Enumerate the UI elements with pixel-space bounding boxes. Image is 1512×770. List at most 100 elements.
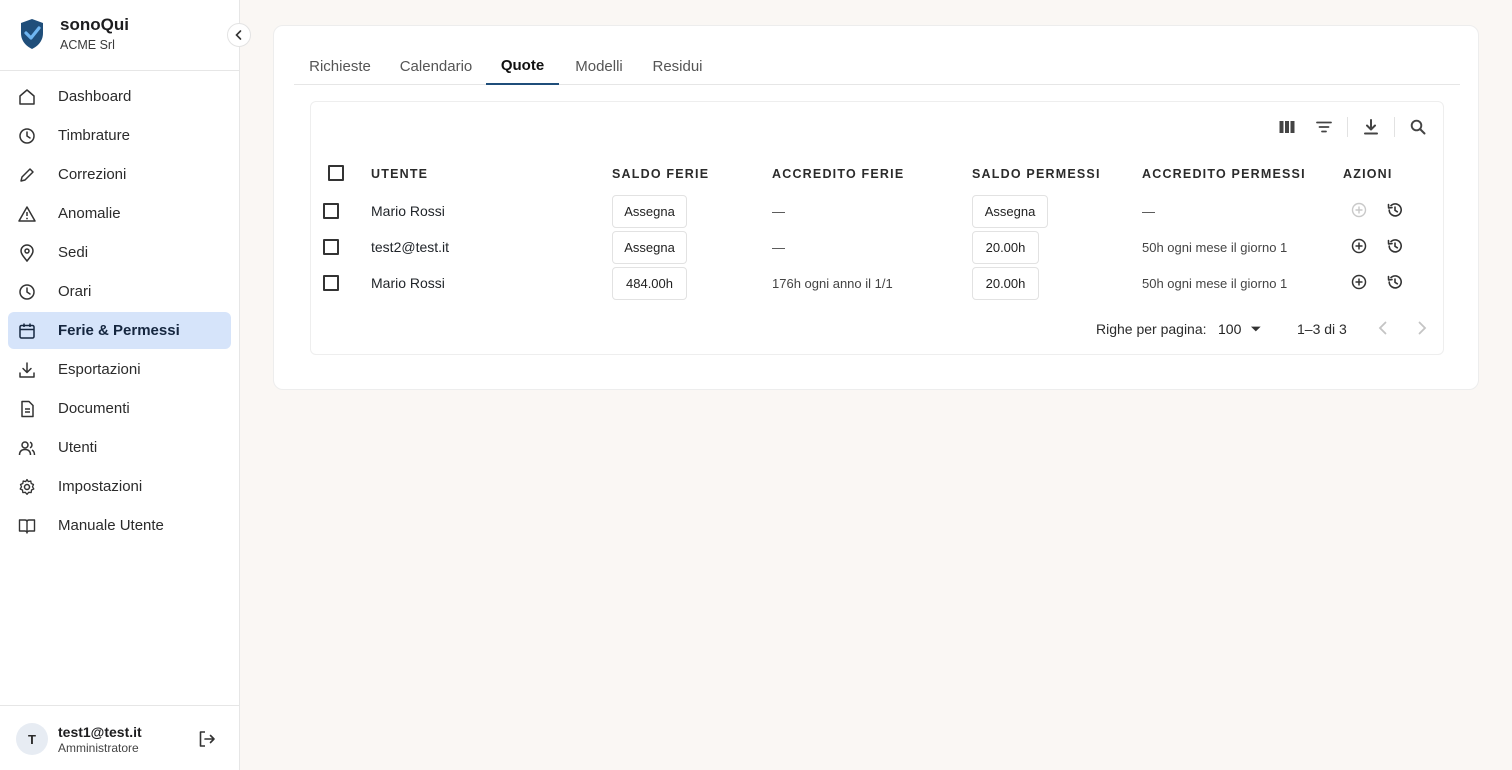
previous-page-button[interactable]	[1373, 318, 1393, 338]
rows-per-page-label: Righe per pagina:	[1096, 321, 1207, 337]
sidebar-item-ferie-permessi[interactable]: Ferie & Permessi	[8, 312, 231, 349]
quote-table: UTENTE SALDO FERIE ACCREDITO FERIE SALDO…	[310, 101, 1444, 355]
rows-per-page-select[interactable]: 100	[1218, 319, 1262, 339]
users-icon	[18, 439, 36, 457]
saldo-ferie-value[interactable]: 484.00h	[612, 267, 687, 300]
column-header-accredito-ferie[interactable]: ACCREDITO FERIE	[772, 167, 904, 181]
columns-icon[interactable]	[1277, 117, 1297, 137]
sidebar-item-documenti[interactable]: Documenti	[8, 390, 231, 427]
tab-calendario[interactable]: Calendario	[386, 48, 486, 85]
cell-accredito-permessi: 50h ogni mese il giorno 1	[1142, 240, 1288, 255]
history-icon[interactable]	[1386, 237, 1404, 255]
sidebar-item-esportazioni[interactable]: Esportazioni	[8, 351, 231, 388]
cell-accredito-ferie: 176h ogni anno il 1/1	[772, 276, 893, 291]
cell-accredito-permessi: —	[1142, 204, 1155, 219]
main-card: Richieste Calendario Quote Modelli Resid…	[273, 25, 1479, 390]
clock-icon	[18, 127, 36, 145]
download-icon[interactable]	[1361, 117, 1381, 137]
sidebar-item-label: Documenti	[58, 400, 130, 417]
sidebar-item-dashboard[interactable]: Dashboard	[8, 78, 231, 115]
tab-richieste[interactable]: Richieste	[294, 48, 386, 85]
clock-icon	[18, 283, 36, 301]
column-header-accredito-permessi[interactable]: ACCREDITO PERMESSI	[1142, 167, 1306, 181]
row-checkbox[interactable]	[323, 275, 339, 291]
row-checkbox[interactable]	[323, 203, 339, 219]
search-icon[interactable]	[1408, 117, 1428, 137]
calendar-icon	[18, 322, 36, 340]
pencil-icon	[18, 166, 36, 184]
sidebar-item-anomalie[interactable]: Anomalie	[8, 195, 231, 232]
brand-org: ACME Srl	[60, 38, 115, 52]
sidebar: sonoQui ACME Srl Dashboard Timbrature Co…	[0, 0, 251, 770]
sidebar-nav: Dashboard Timbrature Correzioni Anomalie…	[8, 78, 231, 546]
toolbar-divider	[1394, 117, 1395, 137]
sidebar-item-label: Anomalie	[58, 205, 121, 222]
sidebar-item-label: Correzioni	[58, 166, 127, 183]
history-icon[interactable]	[1386, 273, 1404, 291]
logo-icon	[21, 19, 43, 49]
tab-quote[interactable]: Quote	[486, 48, 559, 85]
warning-icon	[18, 205, 36, 223]
accredit-plus-icon[interactable]	[1350, 237, 1368, 255]
sidebar-item-timbrature[interactable]: Timbrature	[8, 117, 231, 154]
tab-bar: Richieste Calendario Quote Modelli Resid…	[294, 48, 1460, 85]
cell-utente: Mario Rossi	[371, 275, 445, 291]
column-header-saldo-ferie[interactable]: SALDO FERIE	[612, 167, 709, 181]
home-icon	[18, 88, 36, 106]
sidebar-item-impostazioni[interactable]: Impostazioni	[8, 468, 231, 505]
column-header-utente[interactable]: UTENTE	[371, 167, 428, 181]
sidebar-item-orari[interactable]: Orari	[8, 273, 231, 310]
document-icon	[18, 400, 36, 418]
tab-residui[interactable]: Residui	[639, 48, 716, 85]
tab-modelli[interactable]: Modelli	[559, 48, 639, 85]
accredit-plus-icon[interactable]	[1350, 273, 1368, 291]
cell-accredito-ferie: —	[772, 240, 785, 255]
brand-name: sonoQui	[60, 15, 129, 34]
row-checkbox[interactable]	[323, 239, 339, 255]
sidebar-item-label: Impostazioni	[58, 478, 143, 495]
sidebar-item-label: Dashboard	[58, 88, 132, 105]
user-profile: T test1@test.it Amministratore	[0, 705, 239, 770]
cell-utente: Mario Rossi	[371, 203, 445, 219]
assign-permessi-button[interactable]: Assegna	[972, 195, 1048, 228]
column-header-azioni: AZIONI	[1343, 167, 1393, 181]
user-role: Amministratore	[58, 741, 139, 755]
brand-header: sonoQui ACME Srl	[0, 0, 239, 71]
sidebar-item-sedi[interactable]: Sedi	[8, 234, 231, 271]
accredit-plus-icon	[1351, 202, 1367, 218]
sidebar-item-label: Utenti	[58, 439, 98, 456]
sidebar-item-manuale-utente[interactable]: Manuale Utente	[8, 507, 231, 544]
sidebar-item-label: Sedi	[58, 244, 89, 261]
chevron-right-icon	[1418, 321, 1427, 335]
sidebar-item-correzioni[interactable]: Correzioni	[8, 156, 231, 193]
sidebar-item-utenti[interactable]: Utenti	[8, 429, 231, 466]
caret-down-icon	[1251, 326, 1262, 332]
map-pin-icon	[18, 243, 36, 262]
select-all-checkbox[interactable]	[328, 165, 344, 181]
saldo-permessi-value[interactable]: 20.00h	[972, 231, 1039, 264]
gear-icon	[18, 478, 36, 496]
logout-icon[interactable]	[197, 729, 217, 749]
download-icon	[18, 361, 36, 379]
cell-accredito-permessi: 50h ogni mese il giorno 1	[1142, 276, 1288, 291]
saldo-permessi-value[interactable]: 20.00h	[972, 267, 1039, 300]
rows-per-page-value: 100	[1218, 321, 1242, 337]
column-header-saldo-permessi[interactable]: SALDO PERMESSI	[972, 167, 1101, 181]
assign-ferie-button[interactable]: Assegna	[612, 231, 687, 264]
assign-ferie-button[interactable]: Assegna	[612, 195, 687, 228]
user-email: test1@test.it	[58, 724, 142, 740]
toolbar-divider	[1347, 117, 1348, 137]
pagination-range: 1–3 di 3	[1297, 321, 1347, 337]
cell-utente: test2@test.it	[371, 239, 450, 255]
sidebar-item-label: Orari	[58, 283, 92, 300]
chevron-left-icon	[235, 30, 242, 40]
cell-accredito-ferie: —	[772, 204, 785, 219]
next-page-button[interactable]	[1412, 318, 1432, 338]
sidebar-item-label: Manuale Utente	[58, 517, 164, 534]
avatar: T	[16, 723, 48, 755]
collapse-sidebar-button[interactable]	[227, 23, 251, 47]
history-icon[interactable]	[1386, 201, 1404, 219]
sidebar-item-label: Ferie & Permessi	[58, 322, 180, 339]
sidebar-item-label: Esportazioni	[58, 361, 141, 378]
filter-icon[interactable]	[1314, 117, 1334, 137]
